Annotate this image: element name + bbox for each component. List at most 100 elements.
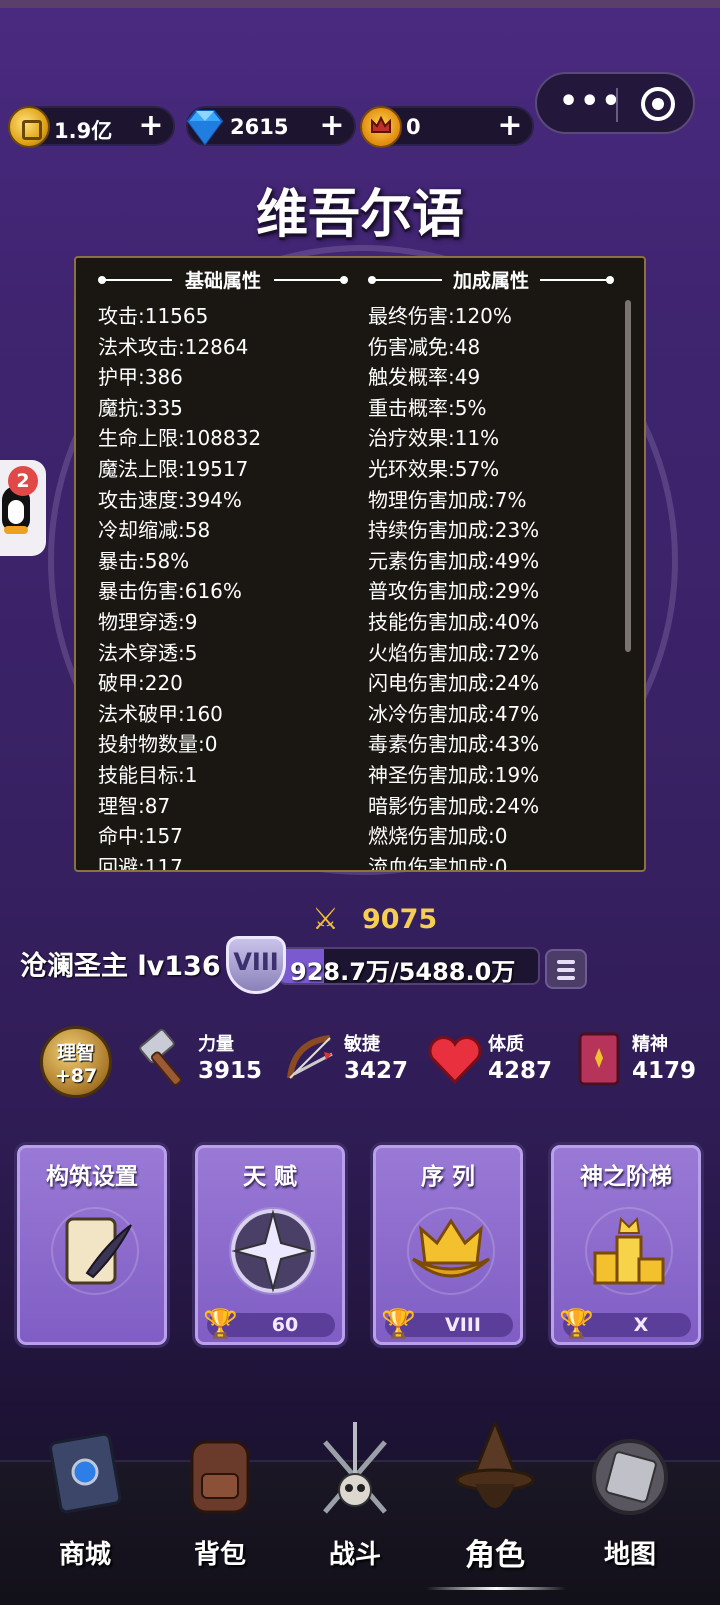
stat-row: 生命上限:108832 [98, 426, 262, 451]
nav-label: 角色 [465, 1538, 525, 1573]
xp-text: 928.7万/5488.0万 [290, 958, 516, 986]
stat-row: 持续伤害加成:23% [368, 518, 540, 543]
card-talent[interactable]: 天 赋 🏆 60 [192, 1142, 348, 1348]
add-crown-button[interactable]: + [496, 111, 524, 141]
nav-label: 背包 [193, 1540, 246, 1570]
bonus-stats-header: 加成属性 [368, 266, 614, 292]
stat-row: 触发概率:49 [368, 365, 481, 390]
stat-row: 魔法上限:19517 [98, 456, 249, 481]
card-title: 构筑设置 [46, 1164, 138, 1190]
trophy-icon: 🏆 [381, 1307, 416, 1340]
stat-row: 物理穿透:9 [98, 609, 198, 634]
stat-row: 闪电伤害加成:24% [368, 671, 540, 696]
bonus-stats-header-label: 加成属性 [452, 270, 529, 292]
wizard-hat-icon [455, 1422, 535, 1508]
add-diamond-button[interactable]: + [318, 111, 346, 141]
nav-battle[interactable]: 战斗 [290, 1422, 420, 1572]
stat-row: 命中:157 [98, 824, 183, 849]
attribute-agility[interactable]: 敏捷 3427 [280, 1026, 420, 1096]
notification-badge: 2 [8, 466, 38, 496]
attribute-strength[interactable]: 力量 3915 [134, 1026, 274, 1096]
stat-row: 技能伤害加成:40% [368, 609, 540, 634]
stat-row: 光环效果:57% [368, 456, 500, 481]
backpack-icon [190, 1440, 250, 1514]
gold-value: 1.9亿 [54, 119, 113, 143]
gold-coin-icon [8, 106, 50, 148]
card-title: 神之阶梯 [580, 1164, 672, 1190]
attribute-spirit[interactable]: 精神 4179 [568, 1026, 708, 1096]
stat-row: 暴击伤害:616% [98, 579, 242, 604]
stats-panel[interactable]: 基础属性 加成属性 攻击:11565 法术攻击:12864 护甲:386 魔抗:335… [74, 256, 646, 872]
more-dots-icon[interactable]: ••• [559, 84, 623, 119]
stat-row: 破甲:220 [98, 671, 183, 696]
combat-power: ⚔ 9075 [312, 902, 462, 938]
base-stats-list: 攻击:11565 法术攻击:12864 护甲:386 魔抗:335 生命上限:10883… [98, 300, 262, 870]
stat-row: 重击概率:5% [368, 395, 487, 420]
miniprogram-capsule: ••• [535, 72, 695, 134]
stat-row: 攻击速度:394% [98, 487, 242, 512]
diamond-currency[interactable]: 2615 + [186, 106, 356, 146]
stat-row: 燃烧伤害加成:0 [368, 824, 508, 849]
stat-row: 冰冷伤害加成:47% [368, 701, 540, 726]
nav-active-indicator [426, 1587, 566, 1590]
stat-row: 神圣伤害加成:19% [368, 762, 540, 787]
card-progress: 🏆 X [559, 1307, 691, 1340]
attribute-name: 体质 [488, 1034, 524, 1055]
card-title: 天 赋 [242, 1164, 297, 1190]
page-title: 维吾尔语 [255, 184, 464, 245]
crown-icon [412, 1218, 490, 1278]
menu-button[interactable] [545, 949, 587, 989]
card-sequence[interactable]: 序 列 🏆 VIII [370, 1142, 526, 1348]
card-god-ladder[interactable]: 神之阶梯 🏆 X [548, 1142, 704, 1348]
stat-row: 护甲:386 [98, 365, 183, 390]
combat-power-value: 9075 [362, 904, 438, 935]
trophy-icon: 🏆 [559, 1307, 594, 1340]
attribute-value: 4179 [632, 1058, 697, 1084]
sanity-coin[interactable]: 理智 +87 [40, 1026, 112, 1098]
side-chat-button[interactable]: 2 [0, 460, 46, 556]
stat-row: 魔抗:335 [98, 395, 183, 420]
diamond-icon [186, 110, 224, 146]
crossed-swords-icon: ⚔ [312, 902, 339, 937]
heart-icon [428, 1036, 482, 1085]
card-title: 序 列 [420, 1164, 475, 1190]
stats-scrollbar[interactable] [625, 300, 631, 652]
gold-currency[interactable]: 1.9亿 + [8, 106, 175, 148]
podium-icon [593, 1216, 665, 1285]
rank-label: VIII [233, 948, 279, 976]
map-icon [592, 1439, 668, 1515]
stat-row: 普攻伤害加成:29% [368, 579, 540, 604]
stat-row: 流血伤害加成:0 [368, 854, 508, 872]
target-icon[interactable] [641, 87, 675, 121]
nav-backpack[interactable]: 背包 [155, 1422, 285, 1572]
stat-row: 投射物数量:0 [98, 732, 218, 757]
nav-shop[interactable]: 商城 [20, 1422, 150, 1572]
rank-badge[interactable]: VIII [226, 936, 290, 994]
nav-map[interactable]: 地图 [565, 1422, 695, 1572]
card-value: VIII [445, 1314, 481, 1336]
stat-row: 法术穿透:5 [98, 640, 198, 665]
attribute-name: 精神 [632, 1034, 668, 1055]
capsule-divider [616, 88, 618, 122]
top-strip [0, 0, 720, 8]
stat-row: 攻击:11565 [98, 304, 209, 328]
card-value: X [633, 1314, 649, 1336]
add-gold-button[interactable]: + [137, 111, 165, 141]
nav-label: 商城 [58, 1540, 111, 1570]
card-build-settings[interactable]: 构筑设置 [14, 1142, 170, 1348]
bow-icon [287, 1035, 333, 1079]
stat-row: 物理伤害加成:7% [368, 487, 527, 512]
crown-currency-icon [360, 106, 402, 148]
sanity-label: 理智 [56, 1042, 95, 1064]
crossed-swords-skull-icon [323, 1422, 387, 1514]
hammer-icon [139, 1028, 182, 1086]
crown-currency[interactable]: 0 + [360, 106, 534, 148]
bonus-stats-list: 最终伤害:120% 伤害减免:48 触发概率:49 重击概率:5% 治疗效果:11% 光环… [368, 300, 540, 872]
sanity-value: +87 [54, 1065, 98, 1087]
book-icon [578, 1032, 620, 1086]
scroll-quill-icon [65, 1217, 132, 1285]
attribute-value: 3915 [198, 1058, 263, 1084]
stat-row: 最终伤害:120% [368, 304, 512, 328]
nav-character[interactable]: 角色 [430, 1422, 560, 1573]
attribute-constitution[interactable]: 体质 4287 [424, 1026, 564, 1096]
